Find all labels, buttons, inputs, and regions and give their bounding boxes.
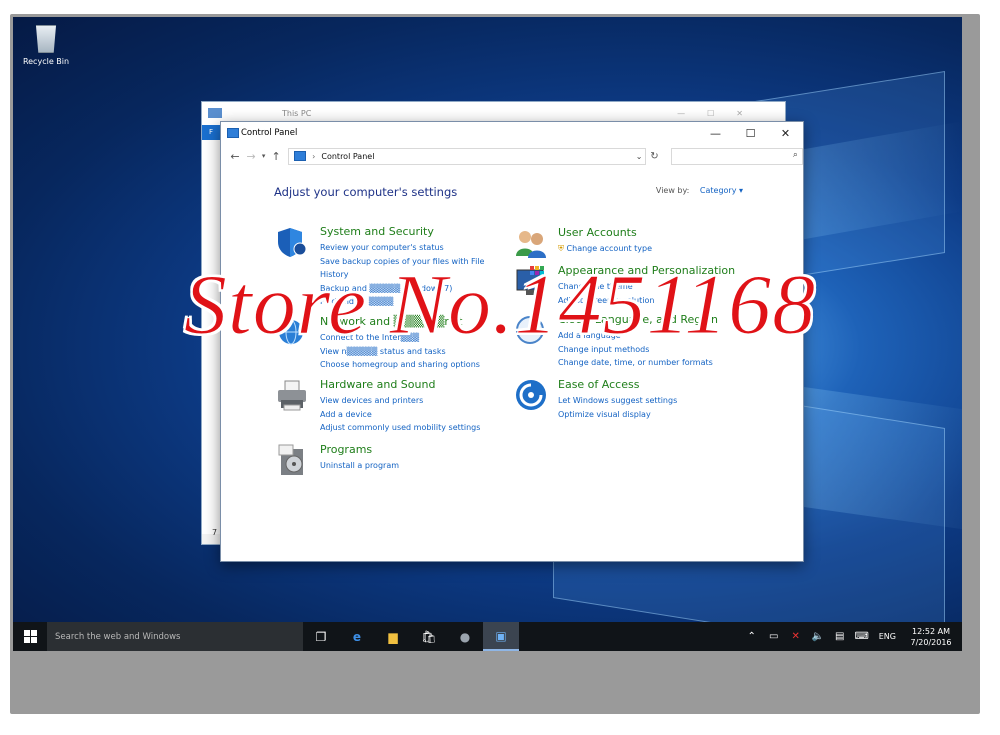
- category-title[interactable]: Ease of Access: [558, 378, 738, 392]
- titlebar[interactable]: Control Panel — ☐ ✕: [221, 122, 803, 144]
- appearance-monitor-icon[interactable]: [514, 264, 548, 298]
- view-by: View by: Category ▾: [656, 186, 743, 195]
- recycle-bin[interactable]: Recycle Bin: [21, 25, 71, 66]
- link[interactable]: Connect to the Inter▒▒▒: [320, 331, 500, 345]
- uac-shield-icon: ⛨: [558, 244, 564, 253]
- link[interactable]: Change date, time, or number formats: [558, 356, 738, 370]
- forward-arrow-icon[interactable]: →: [243, 150, 259, 163]
- volume-icon[interactable]: 🔈: [807, 631, 829, 642]
- address-bar[interactable]: › Control Panel ⌄: [288, 147, 647, 165]
- file-explorer-icon[interactable]: ▆: [375, 622, 411, 651]
- this-pc-title: This PC: [282, 108, 312, 118]
- link[interactable]: View n▒▒▒▒▒ status and tasks: [320, 345, 500, 359]
- link[interactable]: Review your computer's status: [320, 241, 500, 255]
- category-title[interactable]: Programs: [320, 443, 500, 457]
- minimize-button[interactable]: —: [698, 127, 733, 140]
- this-pc-nav-strip: [202, 124, 221, 534]
- system-tray: ⌃ ▭ ✕ 🔈 ▤ ⌨ ENG 12:52 AM 7/20/2016: [741, 626, 962, 648]
- shield-icon[interactable]: [276, 225, 310, 259]
- link[interactable]: ⛨ Change account type: [558, 242, 738, 256]
- link-label[interactable]: Change account type: [567, 244, 652, 253]
- network-globe-icon[interactable]: [276, 315, 310, 349]
- window-title: Control Panel: [241, 128, 298, 138]
- recycle-bin-icon: [35, 25, 57, 53]
- store-icon[interactable]: 🛍: [411, 622, 447, 651]
- recycle-bin-label: Recycle Bin: [22, 57, 70, 66]
- address-dropdown-icon[interactable]: ⌄: [636, 152, 643, 161]
- breadcrumb[interactable]: Control Panel: [321, 152, 374, 161]
- taskbar-search-placeholder: Search the web and Windows: [55, 631, 181, 642]
- windows-logo-icon: [23, 630, 37, 643]
- view-by-label: View by:: [655, 186, 690, 195]
- control-panel-icon: [227, 128, 239, 138]
- maximize-button[interactable]: ☐: [733, 127, 768, 140]
- taskbar-search-input[interactable]: Search the web and Windows: [47, 622, 303, 651]
- this-pc-status-count: 7: [212, 528, 218, 537]
- link[interactable]: Adjust commonly used mobility settings: [320, 421, 500, 435]
- refresh-icon[interactable]: ↻: [646, 151, 662, 162]
- link[interactable]: Backup and ▒▒▒▒▒ (Windows 7): [320, 282, 500, 296]
- taskbar: Search the web and Windows ❐ e ▆ 🛍 ● ▣ ⌃…: [13, 622, 962, 651]
- control-panel-taskbar-icon[interactable]: ▣: [483, 622, 519, 651]
- link[interactable]: Choose homegroup and sharing options: [320, 358, 500, 372]
- keyboard-icon[interactable]: ⌨: [851, 631, 873, 642]
- link[interactable]: Change input methods: [558, 343, 738, 357]
- app-icon[interactable]: ●: [447, 622, 483, 651]
- breadcrumb-separator-icon[interactable]: ›: [312, 152, 315, 161]
- link[interactable]: Find and fix ▒▒▒▒: [320, 295, 500, 309]
- show-hidden-icons-icon[interactable]: ⌃: [741, 631, 763, 642]
- action-center-icon[interactable]: ▤: [829, 631, 851, 642]
- users-icon[interactable]: [514, 226, 548, 260]
- category-title[interactable]: Clock, Language, and Region: [558, 313, 738, 327]
- clock[interactable]: 12:52 AM 7/20/2016: [906, 626, 956, 648]
- edge-icon[interactable]: e: [339, 622, 375, 651]
- this-pc-tab-letter: F: [209, 128, 214, 136]
- clock-time: 12:52 AM: [912, 626, 950, 636]
- category-title[interactable]: Appearance and Personalization: [558, 264, 738, 278]
- link[interactable]: Adjust screen resolution: [558, 294, 738, 308]
- link[interactable]: Add a language: [558, 329, 738, 343]
- category-title[interactable]: System and Security: [320, 225, 500, 239]
- search-icon[interactable]: ⌕: [793, 150, 798, 160]
- search-input[interactable]: ⌕: [670, 147, 803, 165]
- link[interactable]: History: [320, 268, 500, 282]
- category-title[interactable]: Hardware and Sound: [320, 378, 500, 392]
- task-view-icon[interactable]: ❐: [303, 622, 339, 651]
- ease-of-access-icon[interactable]: [514, 378, 548, 412]
- link[interactable]: Optimize visual display: [558, 408, 738, 422]
- this-pc-window-controls[interactable]: —☐✕: [677, 109, 765, 118]
- folder-icon: [208, 108, 222, 118]
- address-row: ← → ▾ ↑ › Control Panel ⌄ ↻ ⌕: [221, 144, 803, 168]
- category-title[interactable]: User Accounts: [558, 226, 738, 240]
- address-cp-icon: [294, 151, 307, 161]
- page-title: Adjust your computer's settings: [274, 185, 458, 199]
- programs-disc-icon[interactable]: [276, 443, 310, 477]
- start-button[interactable]: [13, 622, 47, 651]
- close-button[interactable]: ✕: [768, 127, 803, 140]
- clock-globe-icon[interactable]: [514, 313, 548, 347]
- link[interactable]: Add a device: [320, 408, 500, 422]
- link[interactable]: Uninstall a program: [320, 459, 500, 473]
- language-indicator[interactable]: ENG: [879, 632, 896, 641]
- back-arrow-icon[interactable]: ←: [227, 150, 243, 163]
- battery-icon[interactable]: ▭: [763, 631, 785, 642]
- up-arrow-icon[interactable]: ↑: [268, 150, 284, 163]
- clock-date: 7/20/2016: [910, 637, 952, 647]
- view-by-dropdown[interactable]: Category ▾: [700, 186, 743, 195]
- category-title[interactable]: Network and ▒▒▒▒▒▒net: [320, 315, 500, 329]
- printer-icon[interactable]: [276, 378, 310, 412]
- link[interactable]: View devices and printers: [320, 394, 500, 408]
- recent-locations-icon[interactable]: ▾: [259, 152, 268, 160]
- control-panel-window[interactable]: Control Panel — ☐ ✕ ← → ▾ ↑ › Control Pa…: [220, 121, 804, 562]
- network-icon[interactable]: ✕: [785, 631, 807, 642]
- link[interactable]: Save backup copies of your files with Fi…: [320, 255, 500, 269]
- link[interactable]: Change the theme: [558, 280, 738, 294]
- link[interactable]: Let Windows suggest settings: [558, 394, 738, 408]
